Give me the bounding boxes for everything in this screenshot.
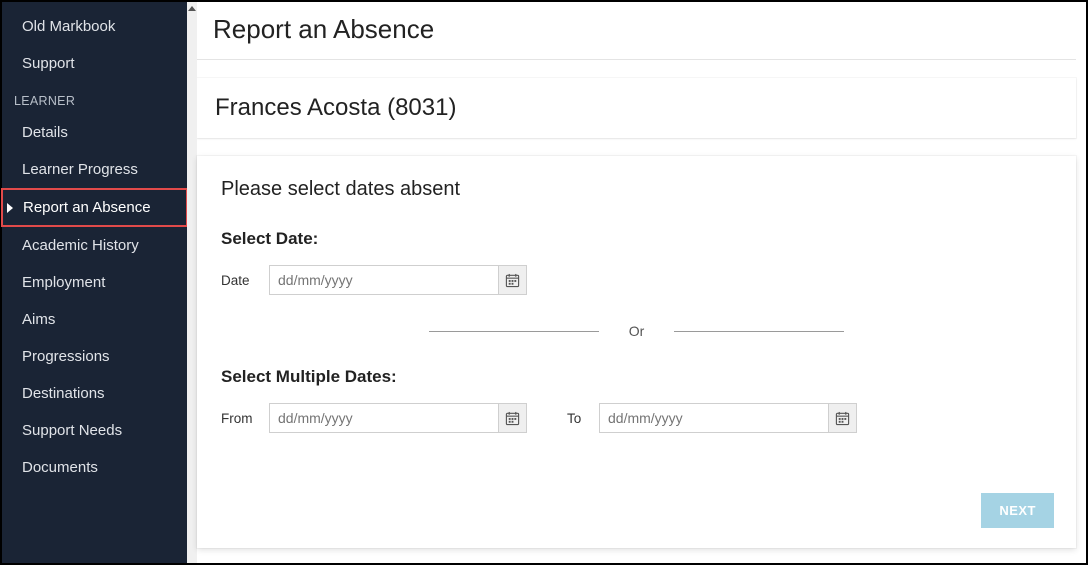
to-label: To	[567, 411, 587, 426]
sidebar-item-label: Details	[22, 124, 68, 141]
sidebar-item-academic-history[interactable]: Academic History	[2, 227, 187, 264]
multi-date-heading: Select Multiple Dates:	[221, 367, 1052, 387]
scrollbar-track[interactable]	[187, 2, 197, 563]
sidebar-item-label: Progressions	[22, 348, 110, 365]
active-indicator-icon	[7, 203, 13, 213]
next-button[interactable]: NEXT	[981, 493, 1054, 528]
from-date-calendar-button[interactable]	[498, 404, 526, 432]
learner-name-header: Frances Acosta (8031)	[197, 78, 1076, 138]
sidebar-item-destinations[interactable]: Destinations	[2, 375, 187, 412]
sidebar-item-label: Documents	[22, 459, 98, 476]
from-date-input[interactable]	[270, 404, 498, 432]
sidebar-item-old-markbook[interactable]: Old Markbook	[2, 8, 187, 45]
from-label: From	[221, 411, 257, 426]
sidebar-item-label: Academic History	[22, 237, 139, 254]
calendar-icon	[835, 411, 850, 426]
sidebar-item-label: Employment	[22, 274, 105, 291]
sidebar-item-progressions[interactable]: Progressions	[2, 338, 187, 375]
sidebar-item-label: Old Markbook	[22, 18, 115, 35]
sidebar-item-aims[interactable]: Aims	[2, 301, 187, 338]
sidebar-item-support[interactable]: Support	[2, 45, 187, 82]
to-date-input-wrap	[599, 403, 857, 433]
main-content: Report an Absence Frances Acosta (8031) …	[187, 2, 1086, 563]
absence-form-card: Please select dates absent Select Date: …	[197, 156, 1076, 548]
from-date-row: From	[221, 403, 527, 433]
sidebar-item-label: Report an Absence	[23, 199, 151, 216]
sidebar-item-employment[interactable]: Employment	[2, 264, 187, 301]
sidebar-item-documents[interactable]: Documents	[2, 449, 187, 486]
sidebar-item-learner-progress[interactable]: Learner Progress	[2, 151, 187, 188]
date-range-row: From To	[221, 403, 1052, 433]
sidebar-item-label: Support Needs	[22, 422, 122, 439]
to-date-calendar-button[interactable]	[828, 404, 856, 432]
sidebar-item-support-needs[interactable]: Support Needs	[2, 412, 187, 449]
sidebar-item-label: Destinations	[22, 385, 105, 402]
single-date-input[interactable]	[270, 266, 498, 294]
divider-line	[429, 331, 599, 332]
sidebar-item-label: Support	[22, 55, 75, 72]
single-date-heading: Select Date:	[221, 229, 1052, 249]
single-date-input-wrap	[269, 265, 527, 295]
to-date-row: To	[567, 403, 857, 433]
sidebar-section-header: LEARNER	[2, 82, 187, 114]
calendar-icon	[505, 411, 520, 426]
sidebar-item-label: Aims	[22, 311, 55, 328]
divider-line	[674, 331, 844, 332]
sidebar-item-label: Learner Progress	[22, 161, 138, 178]
sidebar-item-details[interactable]: Details	[2, 114, 187, 151]
single-date-row: Date	[221, 265, 1052, 295]
sidebar: Old Markbook Support LEARNER Details Lea…	[2, 2, 187, 563]
chevron-up-icon	[188, 6, 196, 11]
or-label: Or	[629, 323, 645, 339]
page-title: Report an Absence	[197, 2, 1076, 60]
calendar-icon	[505, 273, 520, 288]
or-divider: Or	[221, 323, 1052, 339]
to-date-input[interactable]	[600, 404, 828, 432]
form-instruction: Please select dates absent	[221, 178, 1052, 201]
sidebar-item-report-absence[interactable]: Report an Absence	[2, 188, 187, 227]
from-date-input-wrap	[269, 403, 527, 433]
scroll-up-button[interactable]	[187, 2, 197, 14]
date-label: Date	[221, 273, 257, 288]
single-date-calendar-button[interactable]	[498, 266, 526, 294]
